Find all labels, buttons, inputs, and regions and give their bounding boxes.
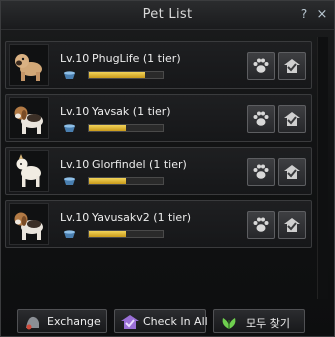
check-in-button[interactable] xyxy=(278,52,306,80)
check-in-icon xyxy=(284,59,300,73)
check-in-icon xyxy=(284,165,300,179)
pug-portrait xyxy=(9,44,49,86)
pet-level: Lv.10 xyxy=(60,158,90,171)
paw-button[interactable] xyxy=(247,211,275,239)
pet-name: PhugLife (1 tier) xyxy=(92,52,181,65)
find-all-label: 모두 찾기 xyxy=(246,317,290,330)
pet-list-window: Pet List ? × Lv.10 PhugLife (1 tier) Lv.… xyxy=(0,0,335,337)
paw-button[interactable] xyxy=(247,105,275,133)
exp-bar xyxy=(88,177,164,185)
list-scrollbar[interactable] xyxy=(317,37,328,299)
exp-bar-fill xyxy=(89,125,126,131)
exp-bar xyxy=(88,230,164,238)
exp-bar xyxy=(88,71,164,79)
check-in-button[interactable] xyxy=(278,158,306,186)
check-in-icon xyxy=(284,112,300,126)
beagle-portrait xyxy=(9,97,49,139)
check-in-all-icon xyxy=(121,315,139,329)
paw-icon xyxy=(253,164,269,179)
exchange-icon xyxy=(26,316,39,330)
exp-bar-fill xyxy=(89,231,126,237)
check-in-button[interactable] xyxy=(278,105,306,133)
white-dog-portrait xyxy=(9,150,49,192)
food-bowl-icon xyxy=(64,230,75,238)
pet-row[interactable]: Lv.10 Yavsak (1 tier) xyxy=(5,94,312,142)
paw-icon xyxy=(253,111,269,126)
pet-name: Yavsak (1 tier) xyxy=(92,105,171,118)
exchange-button[interactable]: Exchange xyxy=(17,309,107,333)
find-all-button[interactable]: 모두 찾기 xyxy=(213,309,305,333)
window-title: Pet List xyxy=(142,7,193,22)
pet-name: Glorfindel (1 tier) xyxy=(92,158,187,171)
pet-row[interactable]: Lv.10 Glorfindel (1 tier) xyxy=(5,147,312,195)
check-in-all-label: Check In All xyxy=(143,315,208,328)
paw-icon xyxy=(253,58,269,73)
exp-bar xyxy=(88,124,164,132)
pet-level: Lv.10 xyxy=(60,105,90,118)
pet-row[interactable]: Lv.10 PhugLife (1 tier) xyxy=(5,41,312,89)
exp-bar-fill xyxy=(89,72,145,78)
check-in-icon xyxy=(284,218,300,232)
pet-level: Lv.10 xyxy=(60,211,90,224)
food-bowl-icon xyxy=(64,124,75,132)
food-bowl-icon xyxy=(64,177,75,185)
beagle-portrait xyxy=(9,203,49,245)
title-bar[interactable]: Pet List ? × xyxy=(1,1,334,30)
paw-button[interactable] xyxy=(247,52,275,80)
find-all-icon xyxy=(222,318,236,329)
pet-name: Yavusakv2 (1 tier) xyxy=(92,211,192,224)
check-in-all-button[interactable]: Check In All xyxy=(114,309,208,333)
close-button[interactable]: × xyxy=(315,7,329,22)
help-button[interactable]: ? xyxy=(297,7,311,21)
food-bowl-icon xyxy=(64,71,75,79)
pet-level: Lv.10 xyxy=(60,52,90,65)
exchange-label: Exchange xyxy=(47,315,101,328)
check-in-button[interactable] xyxy=(278,211,306,239)
paw-icon xyxy=(253,217,269,232)
exp-bar-fill xyxy=(89,178,126,184)
pet-row[interactable]: Lv.10 Yavusakv2 (1 tier) xyxy=(5,200,312,248)
paw-button[interactable] xyxy=(247,158,275,186)
